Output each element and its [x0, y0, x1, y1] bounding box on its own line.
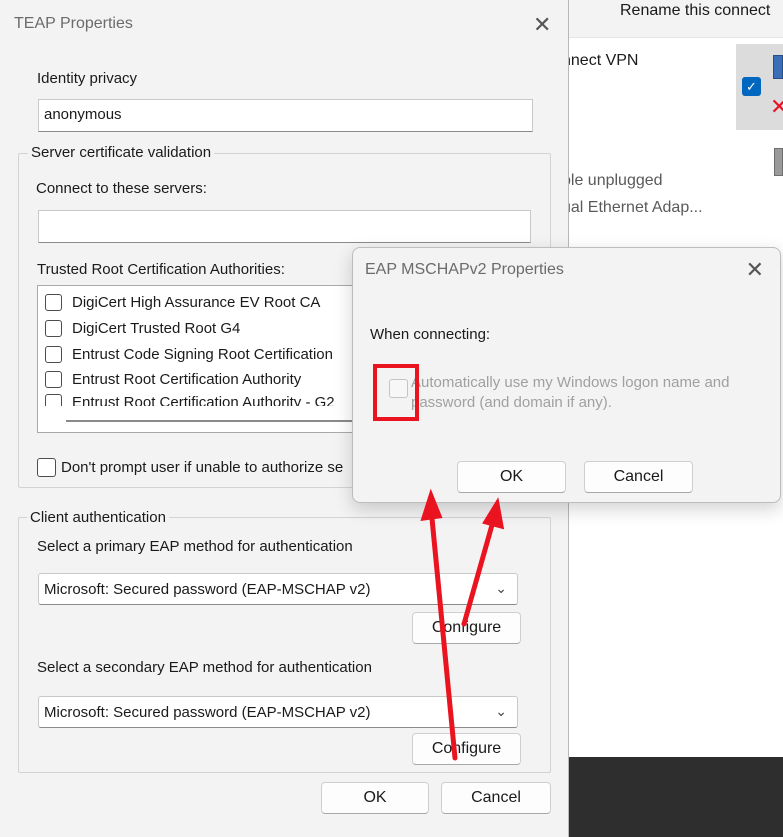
adapter-name: ual Ethernet Adap...: [562, 199, 703, 216]
identity-privacy-input[interactable]: anonymous: [38, 99, 533, 132]
when-connecting-label: When connecting:: [370, 326, 491, 343]
ok-button[interactable]: OK: [457, 461, 566, 493]
cert-checkbox[interactable]: [45, 345, 62, 363]
list-item[interactable]: DigiCert High Assurance EV Root CA: [45, 292, 320, 312]
selection-checkbox-icon[interactable]: ✓: [742, 77, 761, 96]
list-item[interactable]: Entrust Root Certification Authority - G…: [45, 394, 335, 406]
trusted-root-label: Trusted Root Certification Authorities:: [37, 261, 285, 278]
primary-eap-label: Select a primary EAP method for authenti…: [37, 538, 353, 555]
ok-button[interactable]: OK: [321, 782, 429, 814]
chevron-down-icon: ⌄: [495, 580, 507, 596]
close-icon[interactable]: ✕: [746, 259, 764, 281]
chevron-down-icon: ⌄: [495, 703, 507, 719]
cert-name: Entrust Root Certification Authority - G…: [72, 394, 335, 406]
dont-prompt-option[interactable]: Don't prompt user if unable to authorize…: [37, 457, 343, 477]
list-item[interactable]: Entrust Root Certification Authority: [45, 369, 301, 389]
server-cert-legend: Server certificate validation: [28, 144, 215, 161]
ethernet-adapter-icon: [774, 148, 783, 176]
background-taskbar-area: [569, 757, 783, 837]
cert-checkbox[interactable]: [45, 394, 62, 406]
cert-checkbox[interactable]: [45, 319, 62, 337]
secondary-eap-select[interactable]: Microsoft: Secured password (EAP-MSCHAP …: [38, 696, 518, 728]
cert-name: Entrust Root Certification Authority: [72, 370, 302, 388]
disconnected-x-icon: ✕: [770, 94, 783, 119]
cert-name: DigiCert High Assurance EV Root CA: [72, 293, 321, 311]
secondary-eap-label: Select a secondary EAP method for authen…: [37, 659, 372, 676]
client-auth-legend: Client authentication: [27, 509, 169, 526]
secondary-eap-value: Microsoft: Secured password (EAP-MSCHAP …: [44, 703, 371, 721]
cancel-button[interactable]: Cancel: [584, 461, 693, 493]
trusted-root-list[interactable]: DigiCert High Assurance EV Root CA DigiC…: [37, 285, 367, 433]
connect-servers-label: Connect to these servers:: [36, 180, 207, 197]
identity-privacy-label: Identity privacy: [37, 70, 138, 87]
dialog-title: EAP MSCHAPv2 Properties: [365, 261, 564, 278]
dialog-title: TEAP Properties: [14, 15, 133, 32]
annotation-highlight-box: [373, 364, 419, 421]
list-item[interactable]: Entrust Code Signing Root Certification: [45, 344, 333, 364]
configure-primary-button[interactable]: Configure: [412, 612, 521, 644]
horizontal-scrollbar[interactable]: [66, 420, 366, 422]
cert-name: DigiCert Trusted Root G4: [72, 319, 241, 337]
rename-connection-command[interactable]: Rename this connect: [620, 2, 770, 20]
configure-secondary-button[interactable]: Configure: [412, 733, 521, 765]
cert-checkbox[interactable]: [45, 293, 62, 311]
dont-prompt-checkbox[interactable]: [37, 457, 56, 477]
dont-prompt-label: Don't prompt user if unable to authorize…: [61, 458, 344, 476]
vpn-connection-name[interactable]: nnect VPN: [562, 52, 638, 70]
connect-servers-input[interactable]: [38, 210, 531, 243]
primary-eap-select[interactable]: Microsoft: Secured password (EAP-MSCHAP …: [38, 573, 518, 605]
close-icon[interactable]: ✕: [533, 14, 551, 36]
cert-checkbox[interactable]: [45, 370, 62, 388]
cert-name: Entrust Code Signing Root Certification: [72, 345, 333, 363]
network-adapter-icon: [773, 55, 783, 79]
auto-logon-label: Automatically use my Windows logon name …: [411, 374, 730, 411]
connection-status: ble unplugged: [562, 172, 663, 189]
primary-eap-value: Microsoft: Secured password (EAP-MSCHAP …: [44, 580, 371, 598]
list-item[interactable]: DigiCert Trusted Root G4: [45, 318, 240, 338]
cancel-button[interactable]: Cancel: [441, 782, 551, 814]
